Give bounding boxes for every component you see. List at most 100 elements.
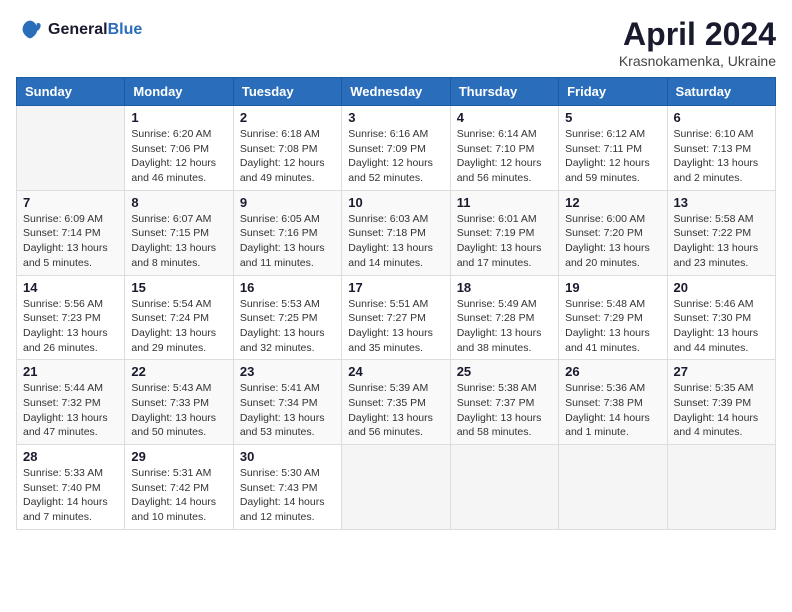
day-info: Sunrise: 5:51 AMSunset: 7:27 PMDaylight:… [348,297,443,356]
calendar-cell: 11Sunrise: 6:01 AMSunset: 7:19 PMDayligh… [450,190,558,275]
day-number: 7 [23,195,118,210]
col-header-tuesday: Tuesday [233,78,341,106]
day-info: Sunrise: 5:56 AMSunset: 7:23 PMDaylight:… [23,297,118,356]
calendar-cell: 21 Sunrise: 5:44 AMSunset: 7:32 PMDayligh… [17,360,125,445]
calendar-cell: 19 Sunrise: 5:48 AMSunset: 7:29 PMDayligh… [559,275,667,360]
day-number: 18 [457,280,552,295]
month-title: April 2024 [619,16,776,53]
logo-text: GeneralBlue [48,21,142,39]
calendar-cell: 9 Sunrise: 6:05 AMSunset: 7:16 PMDaylight… [233,190,341,275]
day-number: 1 [131,110,226,125]
day-number: 25 [457,364,552,379]
day-info: Sunrise: 5:54 AMSunset: 7:24 PMDaylight:… [131,297,226,356]
calendar-header-row: SundayMondayTuesdayWednesdayThursdayFrid… [17,78,776,106]
day-number: 30 [240,449,335,464]
day-number: 14 [23,280,118,295]
calendar-cell: 12Sunrise: 6:00 AMSunset: 7:20 PMDayligh… [559,190,667,275]
calendar-cell: 8 Sunrise: 6:07 AMSunset: 7:15 PMDaylight… [125,190,233,275]
calendar-cell: 20 Sunrise: 5:46 AMSunset: 7:30 PMDayligh… [667,275,775,360]
day-info: Sunrise: 5:46 AMSunset: 7:30 PMDaylight:… [674,297,769,356]
calendar-cell: 22Sunrise: 5:43 AMSunset: 7:33 PMDayligh… [125,360,233,445]
day-info: Sunrise: 5:30 AMSunset: 7:43 PMDaylight:… [240,466,335,525]
calendar-cell [559,445,667,530]
calendar-cell: 28Sunrise: 5:33 AMSunset: 7:40 PMDayligh… [17,445,125,530]
day-number: 5 [565,110,660,125]
day-info: Sunrise: 5:58 AMSunset: 7:22 PMDaylight:… [674,212,769,271]
calendar-cell: 25 Sunrise: 5:38 AMSunset: 7:37 PMDayligh… [450,360,558,445]
day-number: 13 [674,195,769,210]
day-number: 3 [348,110,443,125]
day-number: 28 [23,449,118,464]
calendar-week-1: 1 Sunrise: 6:20 AMSunset: 7:06 PMDaylight… [17,106,776,191]
day-info: Sunrise: 6:12 AMSunset: 7:11 PMDaylight:… [565,127,660,186]
calendar-cell: 24 Sunrise: 5:39 AMSunset: 7:35 PMDayligh… [342,360,450,445]
day-info: Sunrise: 5:48 AMSunset: 7:29 PMDaylight:… [565,297,660,356]
day-number: 6 [674,110,769,125]
calendar-week-2: 7 Sunrise: 6:09 AMSunset: 7:14 PMDaylight… [17,190,776,275]
day-number: 17 [348,280,443,295]
location: Krasnokamenka, Ukraine [619,53,776,69]
calendar-cell: 3 Sunrise: 6:16 AMSunset: 7:09 PMDaylight… [342,106,450,191]
day-info: Sunrise: 5:49 AMSunset: 7:28 PMDaylight:… [457,297,552,356]
calendar-cell: 5 Sunrise: 6:12 AMSunset: 7:11 PMDaylight… [559,106,667,191]
calendar-cell: 13 Sunrise: 5:58 AMSunset: 7:22 PMDayligh… [667,190,775,275]
day-number: 19 [565,280,660,295]
calendar-cell: 29Sunrise: 5:31 AMSunset: 7:42 PMDayligh… [125,445,233,530]
calendar-cell: 26 Sunrise: 5:36 AMSunset: 7:38 PMDayligh… [559,360,667,445]
day-info: Sunrise: 5:41 AMSunset: 7:34 PMDaylight:… [240,381,335,440]
day-number: 15 [131,280,226,295]
day-number: 27 [674,364,769,379]
day-info: Sunrise: 6:18 AMSunset: 7:08 PMDaylight:… [240,127,335,186]
calendar-cell: 2Sunrise: 6:18 AMSunset: 7:08 PMDaylight… [233,106,341,191]
calendar-cell: 1 Sunrise: 6:20 AMSunset: 7:06 PMDaylight… [125,106,233,191]
calendar-cell: 27 Sunrise: 5:35 AMSunset: 7:39 PMDayligh… [667,360,775,445]
day-number: 24 [348,364,443,379]
day-info: Sunrise: 5:36 AMSunset: 7:38 PMDaylight:… [565,381,660,440]
calendar-week-5: 28Sunrise: 5:33 AMSunset: 7:40 PMDayligh… [17,445,776,530]
day-info: Sunrise: 6:10 AMSunset: 7:13 PMDaylight:… [674,127,769,186]
calendar-cell: 18 Sunrise: 5:49 AMSunset: 7:28 PMDayligh… [450,275,558,360]
day-number: 10 [348,195,443,210]
day-number: 20 [674,280,769,295]
col-header-friday: Friday [559,78,667,106]
title-area: April 2024 Krasnokamenka, Ukraine [619,16,776,69]
day-number: 4 [457,110,552,125]
day-number: 23 [240,364,335,379]
day-info: Sunrise: 5:39 AMSunset: 7:35 PMDaylight:… [348,381,443,440]
day-info: Sunrise: 5:38 AMSunset: 7:37 PMDaylight:… [457,381,552,440]
calendar-week-4: 21 Sunrise: 5:44 AMSunset: 7:32 PMDayligh… [17,360,776,445]
calendar-cell: 16 Sunrise: 5:53 AMSunset: 7:25 PMDayligh… [233,275,341,360]
calendar-cell: 6 Sunrise: 6:10 AMSunset: 7:13 PMDaylight… [667,106,775,191]
day-info: Sunrise: 6:05 AMSunset: 7:16 PMDaylight:… [240,212,335,271]
day-info: Sunrise: 5:44 AMSunset: 7:32 PMDaylight:… [23,381,118,440]
day-info: Sunrise: 6:09 AMSunset: 7:14 PMDaylight:… [23,212,118,271]
calendar-week-3: 14 Sunrise: 5:56 AMSunset: 7:23 PMDayligh… [17,275,776,360]
day-number: 16 [240,280,335,295]
calendar-cell: 14 Sunrise: 5:56 AMSunset: 7:23 PMDayligh… [17,275,125,360]
col-header-wednesday: Wednesday [342,78,450,106]
day-number: 26 [565,364,660,379]
calendar-cell: 23 Sunrise: 5:41 AMSunset: 7:34 PMDayligh… [233,360,341,445]
day-info: Sunrise: 5:53 AMSunset: 7:25 PMDaylight:… [240,297,335,356]
logo: GeneralBlue [16,16,142,44]
day-number: 8 [131,195,226,210]
calendar-cell: 30 Sunrise: 5:30 AMSunset: 7:43 PMDayligh… [233,445,341,530]
col-header-saturday: Saturday [667,78,775,106]
calendar-cell [450,445,558,530]
calendar-cell [667,445,775,530]
col-header-sunday: Sunday [17,78,125,106]
calendar-cell: 4Sunrise: 6:14 AMSunset: 7:10 PMDaylight… [450,106,558,191]
day-number: 29 [131,449,226,464]
day-info: Sunrise: 6:00 AMSunset: 7:20 PMDaylight:… [565,212,660,271]
day-info: Sunrise: 5:35 AMSunset: 7:39 PMDaylight:… [674,381,769,440]
day-info: Sunrise: 6:07 AMSunset: 7:15 PMDaylight:… [131,212,226,271]
day-info: Sunrise: 6:16 AMSunset: 7:09 PMDaylight:… [348,127,443,186]
day-number: 21 [23,364,118,379]
calendar-cell [17,106,125,191]
calendar-cell [342,445,450,530]
day-number: 9 [240,195,335,210]
calendar-cell: 7 Sunrise: 6:09 AMSunset: 7:14 PMDaylight… [17,190,125,275]
col-header-monday: Monday [125,78,233,106]
calendar-cell: 10Sunrise: 6:03 AMSunset: 7:18 PMDayligh… [342,190,450,275]
day-info: Sunrise: 6:20 AMSunset: 7:06 PMDaylight:… [131,127,226,186]
